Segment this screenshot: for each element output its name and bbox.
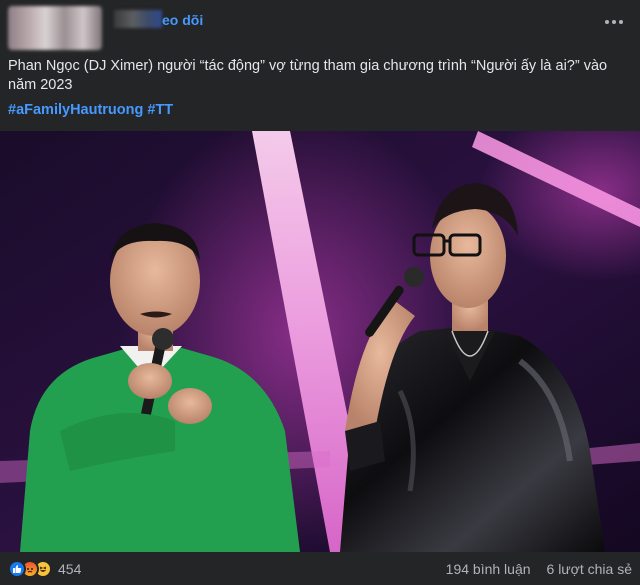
post-photo[interactable] (0, 131, 640, 552)
shares-count[interactable]: 6 lượt chia sẻ (547, 561, 632, 577)
reaction-count: 454 (58, 561, 82, 577)
post-header: eo dõi (0, 0, 640, 52)
hashtag-link[interactable]: #aFamilyHautruong (8, 102, 143, 118)
reaction-summary[interactable]: 454 (8, 560, 81, 578)
post-caption: Phan Ngọc (DJ Ximer) người “tác động” vợ… (8, 58, 608, 93)
follow-link[interactable]: eo dõi (162, 12, 203, 28)
more-options-icon[interactable] (602, 16, 626, 28)
post-stats: 194 bình luận 6 lượt chia sẻ (446, 561, 632, 577)
like-icon (8, 560, 26, 578)
hashtags: #aFamilyHautruong #TT (8, 102, 173, 118)
blurred-avatar[interactable] (8, 6, 102, 50)
hashtag-link[interactable]: #TT (147, 102, 173, 118)
facebook-post: eo dõi Phan Ngọc (DJ Ximer) người “tác đ… (0, 0, 640, 585)
blurred-page-name[interactable] (114, 10, 162, 28)
comments-count[interactable]: 194 bình luận (446, 561, 531, 577)
post-footer: 454 194 bình luận 6 lượt chia sẻ (0, 552, 640, 585)
